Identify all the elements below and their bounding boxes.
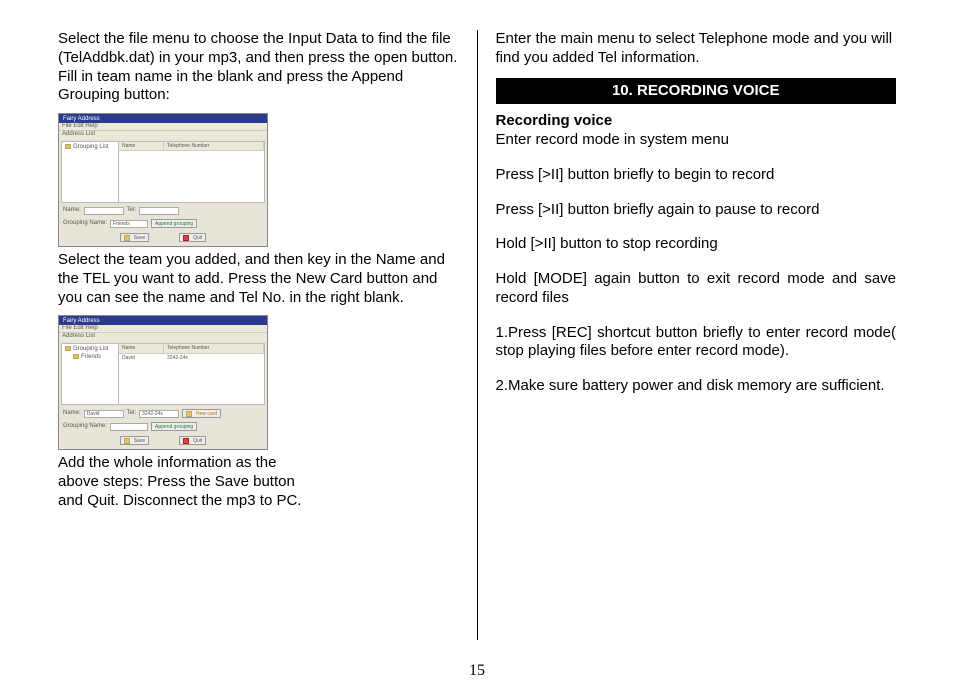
label-grouping: Grouping Name: xyxy=(63,220,107,228)
fields-row-1: Name: David Tel: 3242-24x New card xyxy=(59,407,267,420)
label-tel: Tel: xyxy=(127,207,136,215)
right-para-8: 2.Make sure battery power and disk memor… xyxy=(496,377,897,396)
window-footer: Save Quit xyxy=(59,230,267,246)
right-para-2: Enter record mode in system menu xyxy=(496,131,897,150)
folder-icon xyxy=(65,144,71,149)
left-para-3: Add the whole information as the above s… xyxy=(58,454,318,510)
label-grouping: Grouping Name: xyxy=(63,423,107,431)
folder-icon xyxy=(65,346,71,351)
save-icon xyxy=(124,235,130,241)
left-column: Select the file menu to choose the Input… xyxy=(40,30,477,674)
quit-label: Quit xyxy=(193,234,202,242)
window-titlebar: Fairy Address xyxy=(59,114,267,123)
tel-input[interactable] xyxy=(139,207,179,215)
window-body: Grouping List Friends Name Telephone Num… xyxy=(61,343,265,405)
quit-icon xyxy=(183,438,189,444)
contact-list: Name Telephone Number David 3242-24x xyxy=(119,343,265,405)
tel-input[interactable]: 3242-24x xyxy=(139,410,179,418)
address-list-label: Address List xyxy=(59,333,267,341)
label-tel: Tel: xyxy=(127,410,136,418)
fields-row-2: Grouping Name: Friends Append grouping xyxy=(59,217,267,230)
name-input[interactable]: David xyxy=(84,410,124,418)
right-para-1: Enter the main menu to select Telephone … xyxy=(496,30,897,68)
address-list-label: Address List xyxy=(59,131,267,139)
row-name: David xyxy=(119,354,164,362)
fields-row-1: Name: Tel: xyxy=(59,205,267,217)
quit-icon xyxy=(183,235,189,241)
window-body: Grouping List Name Telephone Number xyxy=(61,141,265,203)
newcard-icon xyxy=(186,411,192,417)
right-column: Enter the main menu to select Telephone … xyxy=(478,30,915,674)
subsection-title: Recording voice xyxy=(496,112,897,131)
right-para-6: Hold [MODE] again button to exit record … xyxy=(496,270,897,308)
screenshot-append-grouping: Fairy Address File Edit Help Address Lis… xyxy=(58,113,268,247)
save-icon xyxy=(124,438,130,444)
quit-button[interactable]: Quit xyxy=(179,233,206,242)
fields-row-2: Grouping Name: Append grouping xyxy=(59,420,267,433)
list-header: Name Telephone Number xyxy=(119,142,264,151)
left-para-2: Select the team you added, and then key … xyxy=(58,251,459,307)
right-para-5: Hold [>II] button to stop recording xyxy=(496,235,897,254)
window-menubar: File Edit Help xyxy=(59,123,267,131)
window-menubar: File Edit Help xyxy=(59,325,267,333)
grouping-input[interactable]: Friends xyxy=(110,220,148,228)
save-label: Save xyxy=(134,437,145,445)
append-grouping-button[interactable]: Append grouping xyxy=(151,422,197,431)
right-para-4: Press [>II] button briefly again to paus… xyxy=(496,201,897,220)
tree-item-friends: Friends xyxy=(81,354,101,360)
grouping-tree: Grouping List Friends xyxy=(61,343,119,405)
left-para-1: Select the file menu to choose the Input… xyxy=(58,30,459,105)
window-titlebar: Fairy Address xyxy=(59,316,267,325)
append-label: Append grouping xyxy=(155,423,193,431)
page-number: 15 xyxy=(469,662,485,680)
tree-item-grouping: Grouping List xyxy=(73,144,109,150)
append-grouping-button[interactable]: Append grouping xyxy=(151,219,197,228)
label-name: Name: xyxy=(63,207,81,215)
newcard-label: New card xyxy=(196,410,217,418)
col-tel: Telephone Number xyxy=(164,344,264,352)
screenshot-new-card: Fairy Address File Edit Help Address Lis… xyxy=(58,315,268,450)
row-tel: 3242-24x xyxy=(164,354,264,362)
right-para-7: 1.Press [REC] shortcut button briefly to… xyxy=(496,324,897,362)
col-name: Name xyxy=(119,344,164,352)
tree-item-grouping: Grouping List xyxy=(73,346,109,352)
section-heading-recording-voice: 10. RECORDING VOICE xyxy=(496,78,897,105)
page-spread: Select the file menu to choose the Input… xyxy=(0,0,954,694)
col-name: Name xyxy=(119,142,164,150)
grouping-input[interactable] xyxy=(110,423,148,431)
quit-label: Quit xyxy=(193,437,202,445)
quit-button[interactable]: Quit xyxy=(179,436,206,445)
right-para-3: Press [>II] button briefly to begin to r… xyxy=(496,166,897,185)
folder-icon xyxy=(73,354,79,359)
save-button[interactable]: Save xyxy=(120,233,149,242)
save-label: Save xyxy=(134,234,145,242)
col-tel: Telephone Number xyxy=(164,142,264,150)
name-input[interactable] xyxy=(84,207,124,215)
save-button[interactable]: Save xyxy=(120,436,149,445)
window-footer: Save Quit xyxy=(59,433,267,449)
new-card-button[interactable]: New card xyxy=(182,409,221,418)
list-header: Name Telephone Number xyxy=(119,344,264,353)
append-label: Append grouping xyxy=(155,220,193,228)
label-name: Name: xyxy=(63,410,81,418)
list-row: David 3242-24x xyxy=(119,354,264,362)
contact-list: Name Telephone Number xyxy=(119,141,265,203)
grouping-tree: Grouping List xyxy=(61,141,119,203)
